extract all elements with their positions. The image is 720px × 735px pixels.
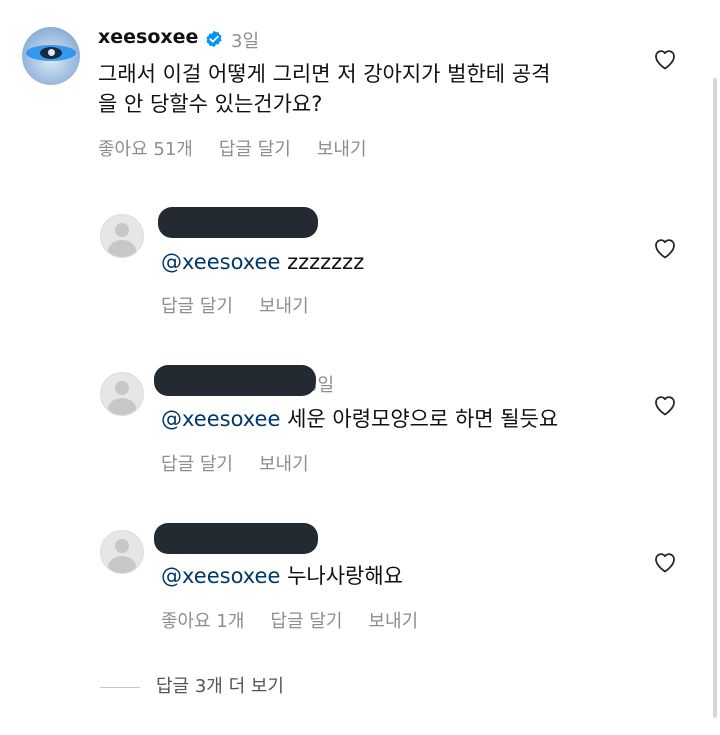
default-avatar-icon <box>115 223 129 237</box>
view-more-replies-button[interactable]: 답글 3개 더 보기 <box>100 672 284 698</box>
mention-link[interactable]: @xeesoxee <box>161 407 280 431</box>
reply-actions: 답글 달기 보내기 <box>161 292 335 318</box>
comment-text-line-1: 그래서 이걸 어떻게 그리면 저 강아지가 벌한테 공격 <box>98 62 551 86</box>
divider-line <box>100 686 140 688</box>
likes-count[interactable]: 좋아요 51개 <box>98 139 193 160</box>
heart-icon[interactable] <box>653 394 677 416</box>
mention-link[interactable]: @xeesoxee <box>161 564 280 588</box>
reply-actions: 답글 달기 보내기 <box>161 450 335 476</box>
avatar[interactable] <box>100 530 144 574</box>
scrollbar[interactable] <box>713 78 717 718</box>
send-button[interactable]: 보내기 <box>259 454 309 475</box>
likes-count[interactable]: 좋아요 1개 <box>161 611 244 632</box>
reply-button[interactable]: 답글 달기 <box>270 611 342 632</box>
default-avatar-icon <box>115 381 129 395</box>
reply-actions: 좋아요 1개 답글 달기 보내기 <box>161 607 444 633</box>
reply-text: @xeesoxee 누나사랑해요 <box>161 564 403 588</box>
redacted-username <box>158 207 318 238</box>
reply-button[interactable]: 답글 달기 <box>219 139 291 160</box>
avatar-pupil <box>48 49 55 56</box>
view-more-replies-label: 답글 3개 더 보기 <box>156 676 284 697</box>
comment-time: 3일 <box>231 31 260 52</box>
send-button[interactable]: 보내기 <box>317 139 367 160</box>
send-button[interactable]: 보내기 <box>259 296 309 317</box>
heart-icon[interactable] <box>653 237 677 259</box>
reply-text: @xeesoxee 세운 아령모양으로 하면 될듯요 <box>161 407 559 431</box>
send-button[interactable]: 보내기 <box>368 611 418 632</box>
default-avatar-icon <box>115 539 129 553</box>
comment-actions: 좋아요 51개 답글 달기 보내기 <box>98 135 393 161</box>
heart-icon[interactable] <box>653 48 677 70</box>
mention-link[interactable]: @xeesoxee <box>161 250 280 274</box>
reply-text: @xeesoxee zzzzzzz <box>161 250 365 274</box>
username[interactable]: xeesoxee <box>98 26 198 48</box>
comment-text-line-2: 을 안 당할수 있는건가요? <box>98 92 323 116</box>
heart-icon[interactable] <box>653 551 677 573</box>
avatar[interactable] <box>100 214 144 258</box>
avatar[interactable] <box>100 372 144 416</box>
avatar[interactable] <box>22 27 80 85</box>
reply-button[interactable]: 답글 달기 <box>161 454 233 475</box>
reply-button[interactable]: 답글 달기 <box>161 296 233 317</box>
verified-badge-icon <box>206 30 222 48</box>
redacted-username <box>154 365 316 396</box>
redacted-username <box>154 523 318 554</box>
